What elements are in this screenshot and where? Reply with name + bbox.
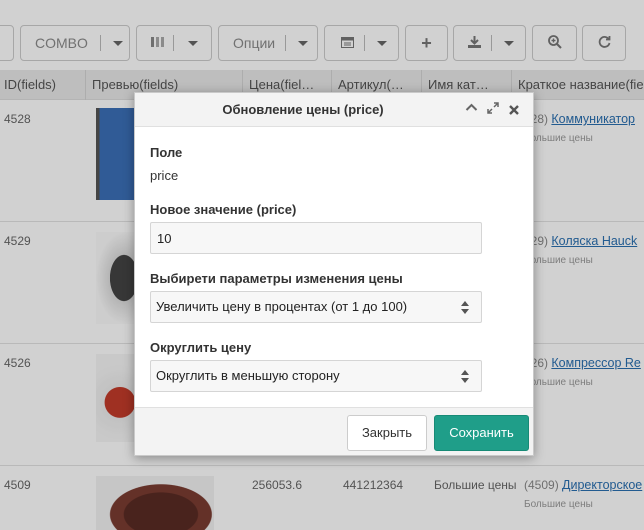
field-label: Поле	[150, 145, 183, 160]
rounding-label: Округлить цену	[150, 340, 252, 355]
collapse-icon[interactable]	[465, 101, 478, 117]
save-button[interactable]: Сохранить	[434, 415, 529, 451]
dialog-title: Обновление цены (price)	[222, 102, 384, 117]
dialog-footer: Закрыть Сохранить	[135, 407, 533, 455]
select-arrows-icon	[461, 301, 471, 315]
rounding-selected: Округлить в меньшую сторону	[156, 368, 340, 383]
dialog-header[interactable]: Обновление цены (price)	[135, 93, 533, 127]
close-button[interactable]: Закрыть	[347, 415, 427, 451]
price-params-select[interactable]: Увеличить цену в процентах (от 1 до 100)	[150, 291, 482, 323]
price-params-label: Выбирети параметры изменения цены	[150, 271, 403, 286]
field-value: price	[150, 168, 179, 183]
select-arrows-icon	[461, 370, 471, 384]
new-value-label: Новое значение (price)	[150, 202, 297, 217]
close-icon[interactable]	[509, 103, 519, 118]
rounding-select[interactable]: Округлить в меньшую сторону	[150, 360, 482, 392]
maximize-icon[interactable]	[487, 102, 499, 117]
price-update-dialog: Обновление цены (price) Поле price Новое…	[134, 92, 534, 456]
price-params-selected: Увеличить цену в процентах (от 1 до 100)	[156, 299, 408, 314]
new-value-input[interactable]	[150, 222, 482, 254]
